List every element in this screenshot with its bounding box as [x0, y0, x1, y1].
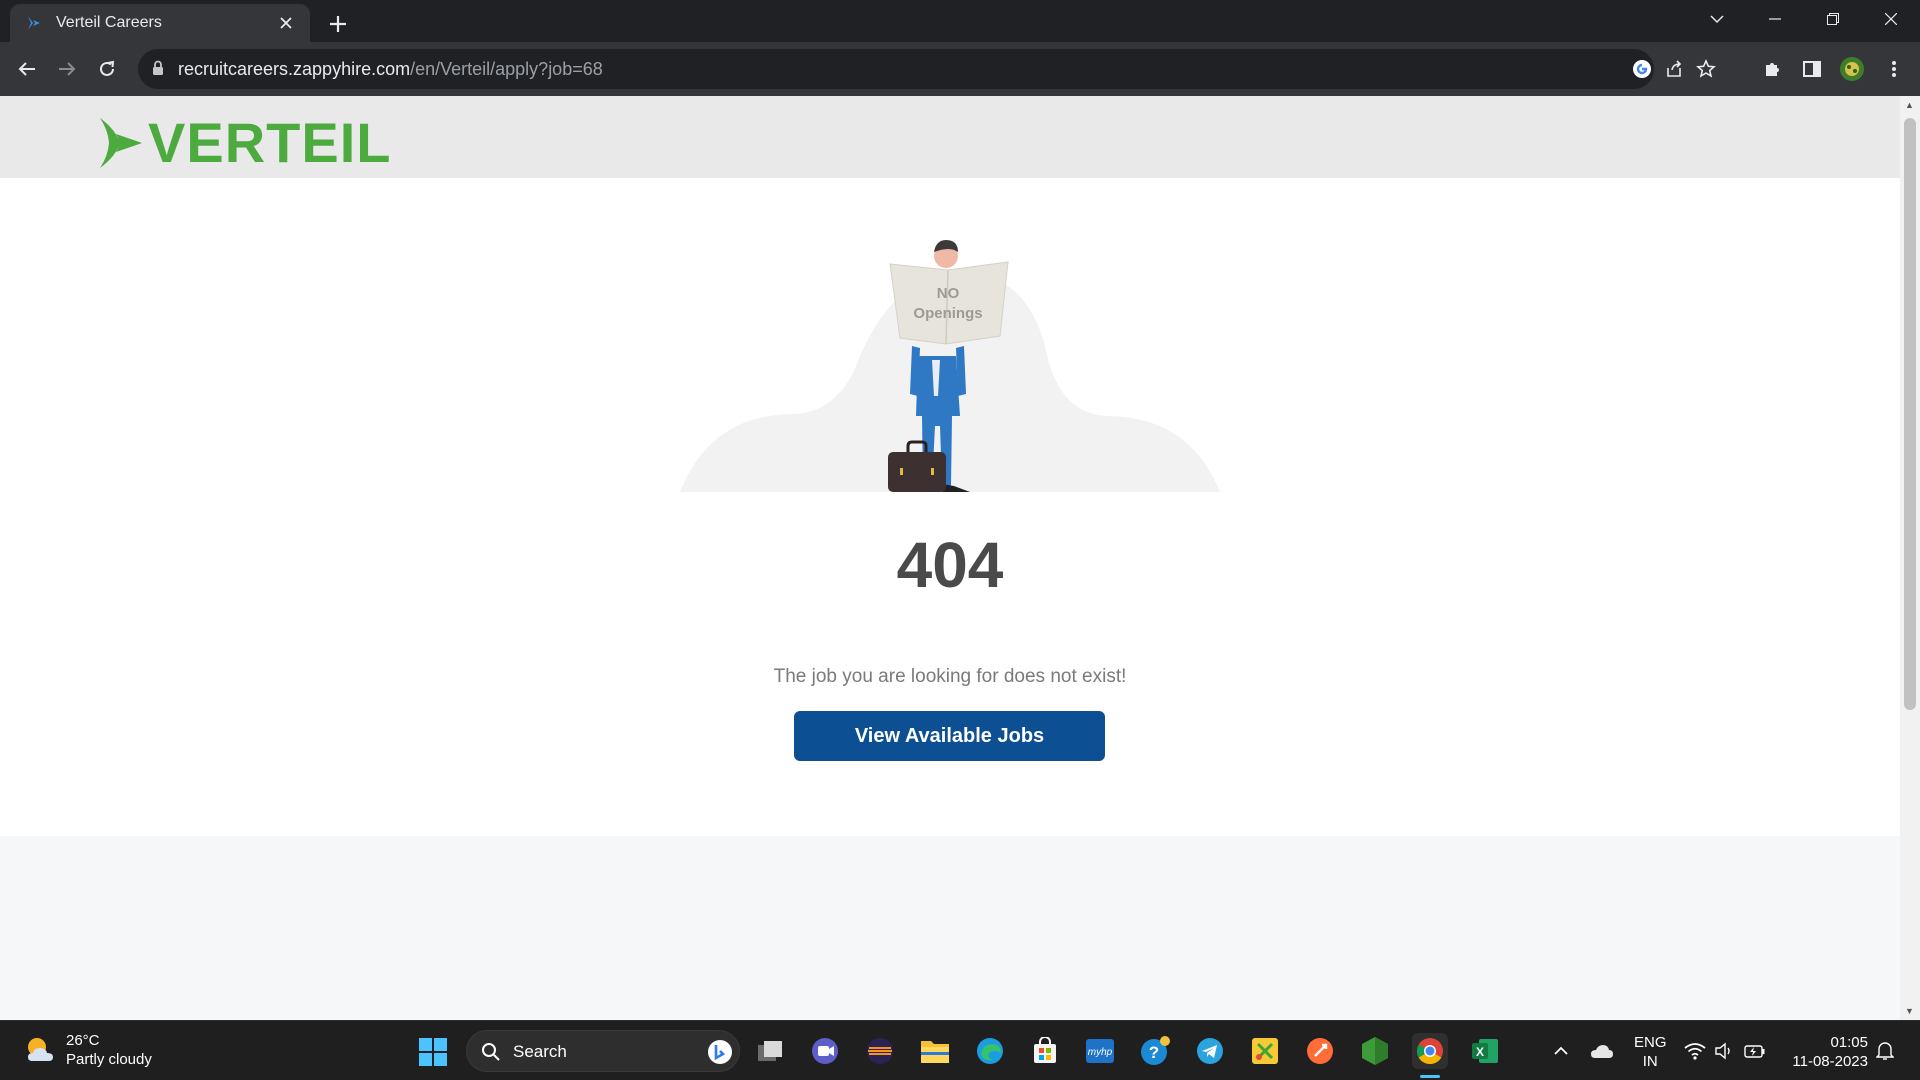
tab-close-icon[interactable] — [274, 11, 298, 35]
excel-icon[interactable]: X — [1467, 1033, 1503, 1069]
task-view-icon[interactable] — [752, 1033, 788, 1069]
back-button[interactable] — [12, 54, 42, 84]
bing-icon[interactable] — [707, 1039, 733, 1065]
telegram-icon[interactable] — [1192, 1033, 1228, 1069]
volume-icon[interactable] — [1710, 1033, 1738, 1069]
browser-tab[interactable]: Verteil Careers — [10, 4, 310, 42]
weather-temperature: 26°C — [66, 1032, 100, 1049]
language-code: ENG — [1634, 1034, 1667, 1051]
profile-avatar[interactable] — [1838, 55, 1866, 83]
sign-text-no: NO — [937, 285, 960, 302]
restore-button[interactable] — [1804, 0, 1862, 38]
wifi-icon[interactable] — [1680, 1033, 1710, 1069]
share-icon[interactable] — [1663, 58, 1685, 80]
page-footer-area — [0, 836, 1900, 1020]
svg-text:?: ? — [1149, 1043, 1159, 1062]
logo-text: VERTEIL — [148, 111, 392, 174]
google-lens-icon[interactable] — [1631, 58, 1653, 80]
address-bar[interactable]: recruitcareers.zappyhire.com/en/Verteil/… — [138, 49, 1716, 89]
window-controls — [1688, 0, 1920, 42]
svg-text:myhp: myhp — [1088, 1047, 1113, 1058]
chrome-menu-icon[interactable] — [1880, 55, 1908, 83]
weather-widget[interactable]: 26°C Partly cloudy — [24, 1031, 152, 1069]
view-available-jobs-button[interactable]: View Available Jobs — [794, 711, 1105, 761]
tab-search-chevron-icon[interactable] — [1688, 0, 1746, 38]
teams-chat-icon[interactable] — [807, 1033, 843, 1069]
clock-time: 01:05 — [1830, 1034, 1868, 1051]
file-explorer-icon[interactable] — [917, 1033, 953, 1069]
weather-description: Partly cloudy — [66, 1051, 152, 1068]
region-code: IN — [1642, 1053, 1658, 1070]
chrome-active-indicator — [1420, 1075, 1440, 1078]
error-code: 404 — [896, 529, 1004, 601]
side-panel-icon[interactable] — [1798, 55, 1826, 83]
taskbar-search-label: Search — [513, 1042, 567, 1061]
verteil-logo[interactable]: VERTEIL — [98, 110, 391, 175]
partly-cloudy-icon — [28, 1038, 53, 1061]
sign-text-openings: Openings — [913, 305, 982, 322]
scroll-up-arrow-icon[interactable]: ▲ — [1905, 100, 1914, 110]
page-scrollbar[interactable]: ▲ ▼ — [1900, 96, 1920, 1020]
edge-browser-icon[interactable] — [972, 1033, 1008, 1069]
reload-button[interactable] — [92, 54, 122, 84]
taskbar-clock[interactable]: 01:05 11-08-2023 — [1786, 1033, 1868, 1071]
no-openings-illustration: NO Openings — [680, 240, 1220, 492]
chrome-taskbar-icon[interactable] — [1412, 1033, 1448, 1069]
error-message: The job you are looking for does not exi… — [773, 666, 1127, 687]
url-text: recruitcareers.zappyhire.com/en/Verteil/… — [178, 59, 603, 79]
scrollbar-thumb[interactable] — [1904, 118, 1916, 710]
nodejs-icon[interactable] — [1357, 1033, 1393, 1069]
close-window-button[interactable] — [1862, 0, 1920, 38]
svg-text:X: X — [1476, 1045, 1484, 1059]
input-language-indicator[interactable]: ENG IN — [1634, 1033, 1667, 1071]
web-page: VERTEIL NO Openings 404 The job you are … — [0, 96, 1900, 1020]
windows-logo-icon — [419, 1038, 447, 1066]
show-hidden-icons-chevron-icon[interactable] — [1546, 1033, 1576, 1069]
snipping-tool-icon[interactable] — [1247, 1033, 1283, 1069]
get-help-icon[interactable]: ? — [1137, 1033, 1173, 1069]
lock-icon[interactable] — [152, 60, 164, 76]
myhp-icon[interactable]: myhp — [1082, 1033, 1118, 1069]
taskbar-search-box[interactable]: Search — [466, 1030, 740, 1072]
new-tab-button[interactable] — [322, 8, 354, 40]
site-header: VERTEIL — [0, 96, 1900, 178]
notifications-bell-icon[interactable] — [1870, 1033, 1900, 1069]
bookmark-star-icon[interactable] — [1695, 58, 1717, 80]
battery-charging-icon[interactable] — [1740, 1033, 1770, 1069]
windows-taskbar: 26°C Partly cloudy Search myhp ? X ENG I… — [0, 1020, 1920, 1080]
browser-toolbar: recruitcareers.zappyhire.com/en/Verteil/… — [0, 42, 1920, 96]
microsoft-store-icon[interactable] — [1027, 1033, 1063, 1069]
tab-title: Verteil Careers — [56, 14, 162, 31]
search-icon — [482, 1043, 500, 1061]
extensions-puzzle-icon[interactable] — [1758, 55, 1786, 83]
verteil-logo-mark-icon — [100, 117, 142, 168]
verteil-favicon-icon — [28, 16, 40, 30]
onedrive-icon[interactable] — [1586, 1033, 1618, 1069]
eclipse-icon[interactable] — [862, 1033, 898, 1069]
minimize-button[interactable] — [1746, 0, 1804, 38]
scroll-down-arrow-icon[interactable]: ▼ — [1905, 1006, 1914, 1016]
windows-start-button[interactable] — [418, 1037, 448, 1072]
forward-button[interactable] — [52, 54, 82, 84]
clock-date: 11-08-2023 — [1792, 1053, 1868, 1070]
browser-tabstrip: Verteil Careers — [0, 0, 1920, 42]
postman-icon[interactable] — [1302, 1033, 1338, 1069]
